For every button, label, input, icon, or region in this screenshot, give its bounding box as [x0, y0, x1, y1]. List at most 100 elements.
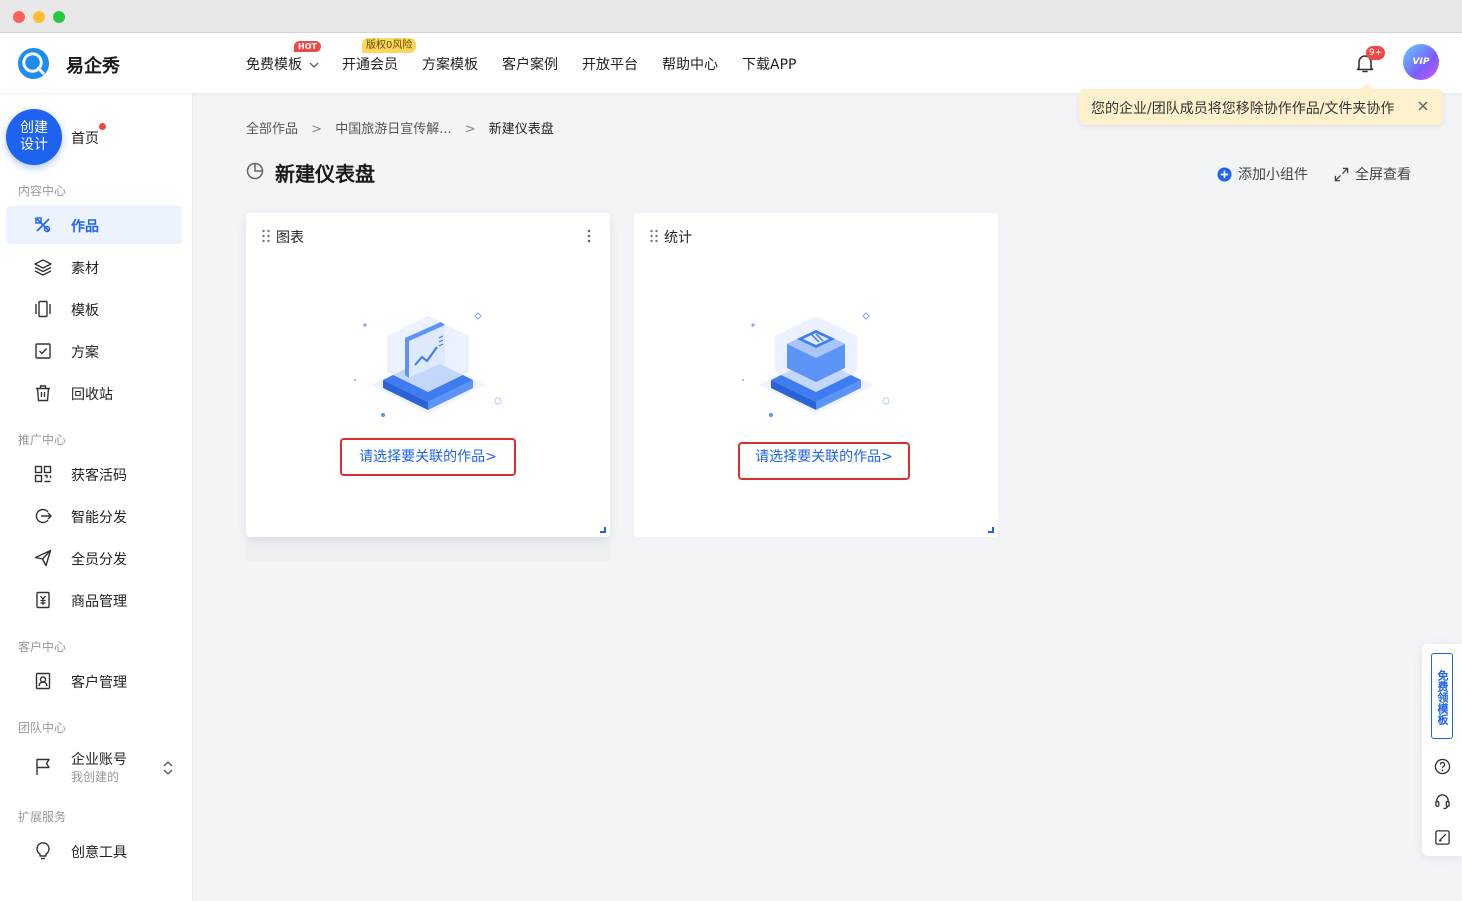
maximize-window-button[interactable] [53, 11, 65, 23]
sidebar-item-templates[interactable]: 模板 [6, 290, 182, 328]
expand-chevron-icon[interactable] [162, 760, 174, 776]
create-button-line2: 设计 [20, 137, 48, 153]
minimize-window-button[interactable] [33, 11, 45, 23]
floating-side-panel: 免费领模板 [1422, 644, 1462, 856]
sidebar-item-smart-share[interactable]: 智能分发 [6, 497, 182, 535]
sidebar-item-customers-label: 客户管理 [71, 675, 127, 691]
sidebar-item-enterprise-sub: 我创建的 [71, 770, 120, 784]
free-templates-label: 免费领模板 [1436, 670, 1449, 725]
send-icon [34, 549, 52, 567]
sidebar-item-creative-tools-label: 创意工具 [71, 845, 127, 861]
nav-open-platform[interactable]: 开放平台 [582, 54, 638, 74]
fullscreen-label: 全屏查看 [1355, 167, 1411, 183]
window-titlebar [0, 0, 1462, 33]
breadcrumb-current: 新建仪表盘 [488, 122, 554, 137]
sidebar-item-works-label: 作品 [71, 219, 99, 235]
add-widget-button[interactable]: 添加小组件 [1217, 164, 1308, 184]
create-design-button[interactable]: 创建 设计 [6, 109, 62, 165]
help-icon[interactable] [1434, 758, 1451, 775]
nav-plan-templates[interactable]: 方案模板 [422, 54, 478, 74]
smart-share-icon [35, 508, 52, 524]
hot-badge: HOT [294, 41, 321, 52]
fullscreen-button[interactable]: 全屏查看 [1334, 164, 1411, 184]
sidebar-item-qr-code[interactable]: 获客活码 [6, 455, 182, 493]
sidebar-item-enterprise[interactable]: 企业账号 我创建的 [6, 743, 182, 791]
page-title: 新建仪表盘 [275, 162, 375, 186]
resize-handle-icon[interactable] [600, 527, 606, 533]
customer-service-icon[interactable] [1434, 793, 1451, 810]
notification-count-badge: 9+ [1366, 46, 1386, 60]
breadcrumb-parent[interactable]: 中国旅游日宣传解... [335, 122, 451, 137]
sidebar-item-products[interactable]: 商品管理 [6, 581, 182, 619]
sidebar-item-plans[interactable]: 方案 [6, 332, 182, 370]
qr-code-icon [34, 465, 52, 483]
close-window-button[interactable] [13, 11, 25, 23]
app-name[interactable]: 易企秀 [66, 52, 120, 78]
breadcrumb-separator: > [464, 122, 476, 137]
dashboard-icon [246, 162, 264, 180]
sidebar-item-materials-label: 素材 [71, 261, 99, 277]
chevron-down-icon [309, 62, 319, 68]
notification-tooltip: 您的企业/团队成员将您移除协作作品/文件夹协作 [1079, 83, 1443, 125]
free-templates-button[interactable]: 免费领模板 [1431, 653, 1453, 739]
section-team-center: 团队中心 [18, 721, 67, 735]
select-linked-work-link[interactable]: 请选择要关联的作品> [340, 438, 516, 476]
nav-free-templates[interactable]: 免费模板 [246, 54, 319, 74]
plus-circle-icon [1217, 166, 1232, 182]
create-button-line1: 创建 [20, 120, 48, 136]
sidebar-item-materials[interactable]: 素材 [6, 248, 182, 286]
sidebar-item-products-label: 商品管理 [71, 594, 127, 610]
sidebar-item-templates-label: 模板 [71, 303, 99, 319]
app-window: 易企秀 免费模板 HOT 开通会员 版权0风险 方案模板 客户案例 开放平台 帮… [0, 0, 1462, 901]
close-icon[interactable] [1416, 99, 1430, 113]
template-icon [35, 300, 51, 318]
breadcrumb: 全部作品 > 中国旅游日宣传解... > 新建仪表盘 [246, 118, 554, 137]
drag-handle-icon[interactable] [261, 229, 271, 243]
avatar[interactable]: VIP [1403, 44, 1439, 80]
more-options-icon[interactable] [584, 228, 594, 244]
sidebar-item-all-share-label: 全员分发 [71, 552, 127, 568]
sidebar-item-qr-code-label: 获客活码 [71, 468, 127, 484]
logo-icon[interactable] [17, 47, 50, 80]
drag-handle-icon[interactable] [649, 229, 659, 243]
sidebar-item-smart-share-label: 智能分发 [71, 510, 127, 526]
sidebar-item-works[interactable]: 作品 [6, 206, 182, 244]
sidebar: 创建 设计 首页 内容中心 作品 素材 模板 方案 回收站 推广中心 获客活码 … [0, 93, 193, 901]
trash-icon [36, 385, 50, 402]
layers-icon [34, 259, 52, 276]
sidebar-item-recycle[interactable]: 回收站 [6, 374, 182, 412]
nav-customer-cases[interactable]: 客户案例 [502, 54, 558, 74]
select-linked-work-link[interactable]: 请选择要关联的作品> [738, 442, 910, 480]
membership-badge: 版权0风险 [362, 38, 417, 53]
sidebar-item-all-share[interactable]: 全员分发 [6, 539, 182, 577]
breadcrumb-separator: > [311, 122, 323, 137]
contact-card-icon [35, 672, 51, 690]
avatar-vip-label: VIP [1412, 57, 1430, 67]
sidebar-item-plans-label: 方案 [71, 345, 99, 361]
feedback-icon[interactable] [1434, 829, 1451, 846]
nav-download-app[interactable]: 下载APP [742, 54, 796, 74]
tooltip-text: 您的企业/团队成员将您移除协作作品/文件夹协作 [1091, 101, 1395, 117]
nav-membership[interactable]: 开通会员 [342, 54, 398, 74]
flag-icon [36, 758, 50, 775]
design-tools-icon [35, 217, 51, 233]
widget-card-chart[interactable]: 图表 请选择要关联的作品> [246, 213, 610, 537]
home-notification-dot [99, 123, 106, 130]
checklist-icon [35, 343, 51, 359]
resize-handle-icon[interactable] [988, 527, 994, 533]
section-extension-services: 扩展服务 [18, 810, 67, 824]
statistics-illustration-icon [742, 312, 890, 417]
widget-card-title: 统计 [664, 230, 692, 246]
nav-help-center[interactable]: 帮助中心 [662, 54, 718, 74]
widget-card-title: 图表 [276, 230, 304, 246]
section-content-center: 内容中心 [18, 184, 67, 198]
top-navigation: 易企秀 免费模板 HOT 开通会员 版权0风险 方案模板 客户案例 开放平台 帮… [0, 33, 1462, 93]
fullscreen-icon [1334, 167, 1349, 181]
widget-card-statistics[interactable]: 统计 请选择要关联的作品> [634, 213, 998, 537]
sidebar-item-home[interactable]: 首页 [71, 128, 99, 148]
sidebar-item-creative-tools[interactable]: 创意工具 [6, 832, 182, 870]
breadcrumb-all-works[interactable]: 全部作品 [246, 122, 298, 137]
add-widget-label: 添加小组件 [1238, 167, 1308, 183]
card-drop-placeholder [246, 537, 610, 561]
sidebar-item-customers[interactable]: 客户管理 [6, 662, 182, 700]
